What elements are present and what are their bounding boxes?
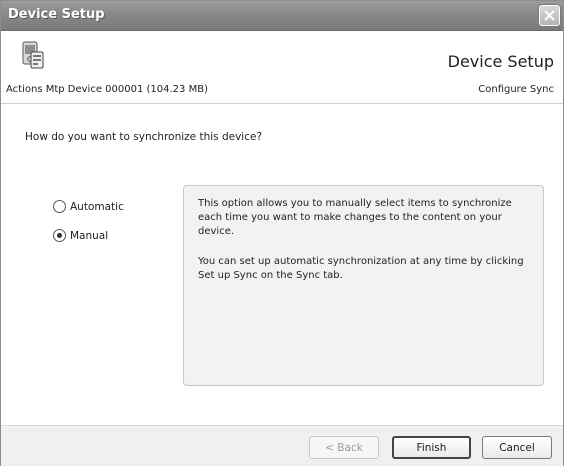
title-bar[interactable]: Device Setup — [1, 1, 563, 31]
wizard-footer: < Back Finish Cancel — [1, 425, 563, 466]
manual-radio[interactable] — [53, 229, 66, 242]
cancel-button[interactable]: Cancel — [482, 436, 552, 459]
device-name-label: Actions Mtp Device 000001 (104.23 MB) — [6, 84, 208, 95]
sync-question: How do you want to synchronize this devi… — [25, 131, 263, 143]
close-button[interactable] — [539, 5, 560, 26]
device-setup-window: Device Setup Device Setup Actions Mtp De… — [0, 0, 564, 466]
manual-option[interactable]: Manual — [53, 229, 108, 242]
back-button[interactable]: < Back — [309, 436, 379, 459]
automatic-radio[interactable] — [53, 200, 66, 213]
wizard-step-label: Configure Sync — [478, 84, 554, 95]
description-paragraph-2: You can set up automatic synchronization… — [198, 256, 524, 281]
manual-label[interactable]: Manual — [70, 230, 108, 242]
option-description-box: This option allows you to manually selec… — [183, 185, 544, 386]
wizard-body: How do you want to synchronize this devi… — [1, 105, 563, 425]
automatic-option[interactable]: Automatic — [53, 200, 124, 213]
automatic-label[interactable]: Automatic — [70, 201, 124, 213]
finish-button[interactable]: Finish — [392, 436, 471, 459]
portable-device-icon — [22, 41, 44, 69]
page-title: Device Setup — [447, 52, 554, 71]
window-title: Device Setup — [8, 7, 105, 22]
wizard-header: Device Setup Actions Mtp Device 000001 (… — [1, 32, 563, 104]
close-icon — [544, 10, 555, 21]
description-paragraph-1: This option allows you to manually selec… — [198, 198, 512, 237]
